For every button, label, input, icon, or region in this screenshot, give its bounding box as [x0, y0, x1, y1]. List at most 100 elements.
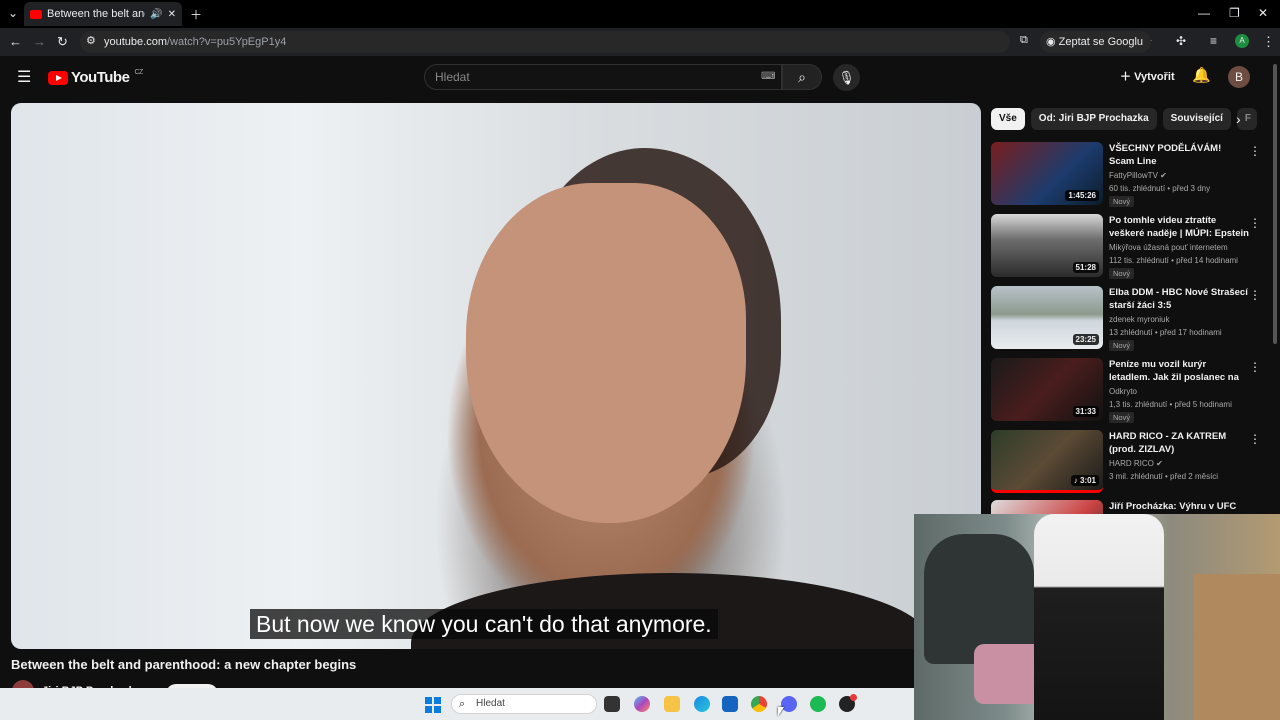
page-scrollbar[interactable] [1273, 64, 1277, 344]
video-thumbnail[interactable]: 1:45:26 [991, 142, 1103, 205]
recommended-channel[interactable]: zdenek myroniuk [1109, 315, 1169, 324]
recommended-title[interactable]: VŠECHNY PODĚLÁVÁM! Scam Line [1109, 142, 1249, 168]
duration-badge: ♪ 3:01 [1070, 475, 1099, 486]
recommended-channel[interactable]: HARD RICO ✔ [1109, 459, 1163, 468]
filter-chips: Vše Od: Jiri BJP Prochazka Související F [991, 108, 1257, 130]
recommended-title[interactable]: Po tomhle videu ztratíte veškeré naděje … [1109, 214, 1249, 240]
ask-google-label: Zeptat se Googlu [1058, 36, 1144, 48]
store-icon[interactable] [722, 696, 738, 712]
search-icon: ⌕ [459, 698, 466, 710]
recommended-meta: 112 tis. zhlédnutí • před 14 hodinami [1109, 256, 1238, 265]
chrome-icon[interactable] [751, 696, 767, 712]
site-info-icon[interactable]: ⚙ [86, 34, 96, 47]
tab-list-chevron-icon[interactable]: ⌄ [8, 6, 18, 20]
new-badge: Nový [1109, 340, 1135, 351]
video-thumbnail[interactable]: 23:25 [991, 286, 1103, 349]
duration-badge: 31:33 [1072, 406, 1099, 417]
caption-text: But now we know you can't do that anymor… [250, 609, 718, 639]
restore-icon[interactable]: ❐ [1229, 6, 1240, 20]
back-icon[interactable]: ← [9, 34, 22, 49]
recommended-video[interactable]: ♪ 3:01 HARD RICO - ZA KATREM (prod. ZIZL… [991, 430, 1271, 496]
duration-badge: 1:45:26 [1065, 190, 1099, 201]
youtube-play-icon [48, 70, 68, 85]
region-code: CZ [134, 69, 143, 76]
window-close-icon[interactable]: ✕ [1258, 6, 1268, 20]
file-explorer-icon[interactable] [664, 696, 680, 712]
task-view-icon[interactable] [604, 696, 620, 712]
media-control-icon[interactable]: ≡ [1210, 34, 1217, 48]
google-lens-icon: ◉ [1046, 36, 1059, 48]
new-tab-button[interactable]: ＋ [190, 6, 202, 23]
recommended-video[interactable]: 51:28 Po tomhle videu ztratíte veškeré n… [991, 214, 1271, 280]
copilot-icon[interactable] [634, 696, 650, 712]
chip-all[interactable]: Vše [991, 108, 1025, 130]
video-thumbnail[interactable]: 51:28 [991, 214, 1103, 277]
video-player[interactable]: But now we know you can't do that anymor… [11, 103, 981, 649]
install-app-icon[interactable]: ⧉ [1020, 34, 1028, 47]
more-options-icon[interactable]: ⋮ [1249, 216, 1261, 230]
video-thumbnail[interactable]: 31:33 [991, 358, 1103, 421]
new-badge: Nový [1109, 196, 1135, 207]
video-frame-face [466, 183, 746, 523]
recommended-meta: 13 zhlédnutí • před 17 hodinami [1109, 328, 1222, 337]
account-avatar[interactable]: B [1228, 66, 1250, 88]
keyboard-icon[interactable]: ⌨ [761, 65, 775, 89]
more-options-icon[interactable]: ⋮ [1249, 288, 1261, 302]
spotify-icon[interactable] [810, 696, 826, 712]
more-options-icon[interactable]: ⋮ [1249, 360, 1261, 374]
hamburger-menu-icon[interactable]: ☰ [17, 67, 31, 87]
browser-menu-icon[interactable]: ⋮ [1262, 34, 1275, 50]
recommended-video[interactable]: 31:33 Peníze mu vozil kurýr letadlem. Ja… [991, 358, 1271, 424]
recommended-title[interactable]: Elba DDM - HBC Nové Strašecí starší žáci… [1109, 286, 1249, 312]
forward-icon[interactable]: → [33, 34, 46, 49]
video-thumbnail[interactable]: ♪ 3:01 [991, 430, 1103, 493]
notifications-bell-icon[interactable]: 🔔 [1192, 66, 1211, 84]
address-bar[interactable]: youtube.com/watch?v=pu5YpEgP1y4 [80, 31, 1010, 53]
extensions-icon[interactable]: ✣ [1176, 34, 1186, 48]
chevron-right-icon[interactable]: › [1236, 111, 1241, 127]
microphone-icon: 🎙 [838, 70, 855, 85]
browser-tab-strip: ⌄ Between the belt and paren 🔊 ✕ ＋ — ❐ ✕ [0, 0, 1280, 28]
new-badge: Nový [1109, 412, 1135, 423]
tab-title: Between the belt and paren [47, 8, 145, 20]
recommended-title[interactable]: Jiří Procházka: Výhru v UFC [1109, 500, 1249, 513]
recommended-channel[interactable]: FattyPillowTV ✔ [1109, 171, 1167, 180]
windows-start-icon[interactable] [425, 697, 441, 713]
recommended-channel[interactable]: Mikýřova úžasná pouť internetem [1109, 243, 1228, 252]
search-input[interactable]: Hledat ⌨ [424, 64, 782, 90]
url-host: youtube.com [104, 36, 167, 48]
youtube-favicon-icon [30, 9, 42, 19]
create-button[interactable]: ＋ Vytvořit [1116, 65, 1179, 89]
search-button[interactable]: ⌕ [782, 64, 822, 90]
new-badge: Nový [1109, 268, 1135, 279]
browser-tab[interactable]: Between the belt and paren 🔊 ✕ [24, 2, 182, 26]
speaker-icon[interactable]: 🔊 [150, 9, 162, 20]
recommended-video[interactable]: 1:45:26 VŠECHNY PODĚLÁVÁM! Scam Line Fat… [991, 142, 1271, 208]
more-options-icon[interactable]: ⋮ [1249, 432, 1261, 446]
logo-text: YouTube [71, 69, 130, 86]
recommended-channel[interactable]: Odkryto [1109, 387, 1137, 396]
recommended-meta: 1,3 tis. zhlédnutí • před 5 hodinami [1109, 400, 1232, 409]
youtube-logo[interactable]: YouTube CZ [48, 69, 143, 86]
recommended-video[interactable]: 23:25 Elba DDM - HBC Nové Strašecí starš… [991, 286, 1271, 352]
video-thumbnail[interactable] [991, 500, 1103, 514]
chip-related[interactable]: Související [1162, 108, 1231, 130]
recommended-title[interactable]: HARD RICO - ZA KATREM (prod. ZIZLAV) [1109, 430, 1249, 456]
close-tab-icon[interactable]: ✕ [168, 9, 176, 20]
chip-from-channel[interactable]: Od: Jiri BJP Prochazka [1030, 108, 1157, 130]
mouse-cursor-icon [778, 707, 784, 716]
more-options-icon[interactable]: ⋮ [1249, 144, 1261, 158]
ask-google-button[interactable]: ◉ Zeptat se Googlu [1040, 31, 1152, 53]
url-path: /watch?v=pu5YpEgP1y4 [166, 36, 287, 48]
create-label: Vytvořit [1134, 71, 1175, 83]
recommended-meta: 3 mil. zhlédnutí • před 2 měsíci [1109, 472, 1219, 481]
search-icon: ⌕ [798, 69, 806, 85]
voice-search-button[interactable]: 🎙 [833, 64, 860, 91]
reload-icon[interactable]: ↻ [57, 34, 68, 50]
recommended-video[interactable]: Jiří Procházka: Výhru v UFC [991, 500, 1271, 514]
edge-icon[interactable] [694, 696, 710, 712]
minimize-icon[interactable]: — [1198, 6, 1210, 20]
profile-avatar[interactable]: A [1235, 34, 1249, 48]
recommended-title[interactable]: Peníze mu vozil kurýr letadlem. Jak žil … [1109, 358, 1249, 384]
taskbar-search-input[interactable]: ⌕ Hledat [451, 694, 597, 714]
